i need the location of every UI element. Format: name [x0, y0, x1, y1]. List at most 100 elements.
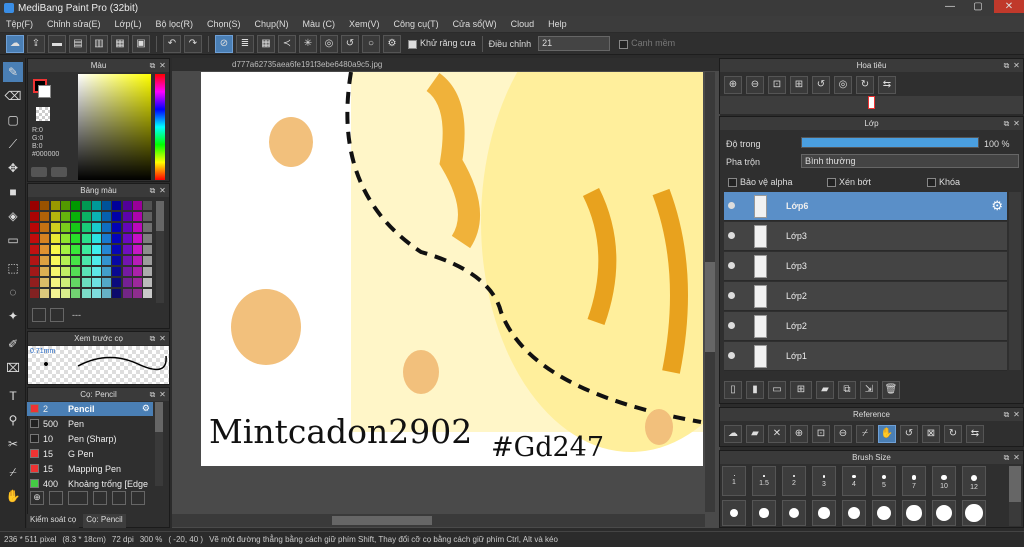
- snap-parallel-icon[interactable]: ≣: [236, 34, 254, 53]
- palette-swatch[interactable]: [71, 201, 81, 210]
- float-icon[interactable]: ⧉: [148, 184, 157, 197]
- palette-swatch[interactable]: [40, 267, 50, 276]
- fit-icon[interactable]: ⊡: [768, 76, 786, 94]
- color-add-button[interactable]: [51, 167, 67, 177]
- brush-size-preset[interactable]: [932, 500, 956, 526]
- palette-swatch[interactable]: [50, 278, 60, 287]
- palette-swatch[interactable]: [50, 256, 60, 265]
- palette-swatch[interactable]: [30, 245, 39, 254]
- palette-swatch[interactable]: [60, 201, 70, 210]
- palette-swatch[interactable]: [102, 267, 112, 276]
- hand-tool-icon[interactable]: ✋: [3, 486, 23, 506]
- eye-icon[interactable]: [728, 292, 735, 299]
- float-icon[interactable]: ⧉: [1002, 59, 1011, 72]
- palette-swatch[interactable]: [71, 234, 81, 243]
- palette-swatch[interactable]: [102, 278, 112, 287]
- palette-swatch[interactable]: [143, 278, 153, 287]
- grid-icon[interactable]: ▦: [111, 34, 129, 53]
- menu-filter[interactable]: Bộ lọc(R): [155, 19, 193, 29]
- brush-size-preset[interactable]: 1.5: [752, 466, 776, 496]
- close-icon[interactable]: ✕: [158, 59, 167, 72]
- brush-size-preset[interactable]: 7: [902, 466, 926, 496]
- layer-row[interactable]: Lớp2: [724, 312, 1007, 341]
- palette-swatch[interactable]: [102, 201, 112, 210]
- maximize-button[interactable]: ▢: [966, 0, 990, 13]
- close-button[interactable]: ✕: [994, 0, 1024, 13]
- brush-folder-icon[interactable]: [112, 491, 126, 505]
- protect-alpha-checkbox[interactable]: Bảo vệ alpha: [728, 177, 793, 188]
- palette-swatch[interactable]: [122, 267, 132, 276]
- brush-size-preset[interactable]: [872, 500, 896, 526]
- scroll-thumb[interactable]: [1009, 466, 1021, 502]
- brush-tool-icon[interactable]: ⟋: [3, 134, 23, 154]
- delete-palette-icon[interactable]: [50, 308, 64, 322]
- merge-layer-icon[interactable]: ⇲: [860, 381, 878, 399]
- palette-swatch[interactable]: [60, 212, 70, 221]
- eye-icon[interactable]: [728, 232, 735, 239]
- menu-window[interactable]: Cửa sổ(W): [453, 19, 497, 29]
- close-icon[interactable]: ✕: [1012, 59, 1021, 72]
- ref-hand-icon[interactable]: ✋: [878, 425, 896, 443]
- layer-row[interactable]: Lớp3: [724, 252, 1007, 281]
- palette-swatch[interactable]: [81, 267, 91, 276]
- menu-cloud[interactable]: Cloud: [511, 19, 535, 29]
- snap-curve-icon[interactable]: ↺: [341, 34, 359, 53]
- clipping-check[interactable]: [827, 178, 836, 188]
- ref-eyedropper-icon[interactable]: ⌿: [856, 425, 874, 443]
- scroll-thumb[interactable]: [155, 402, 163, 432]
- share-icon[interactable]: ⇪: [27, 34, 45, 53]
- reset-rotate-icon[interactable]: ◎: [834, 76, 852, 94]
- eye-icon[interactable]: [728, 322, 735, 329]
- palette-swatch[interactable]: [91, 234, 101, 243]
- palette-swatch[interactable]: [81, 212, 91, 221]
- brush-list-item[interactable]: 15 G Pen: [27, 447, 153, 461]
- palette-swatch[interactable]: [40, 201, 50, 210]
- layer-row[interactable]: Lớp3: [724, 222, 1007, 251]
- saturation-value-picker[interactable]: [78, 74, 151, 180]
- palette-swatch[interactable]: [50, 212, 60, 221]
- float-icon[interactable]: ⧉: [148, 388, 157, 401]
- palette-swatch[interactable]: [91, 256, 101, 265]
- rect-tool-icon[interactable]: ■: [3, 182, 23, 202]
- move-tool-icon[interactable]: ✥: [3, 158, 23, 178]
- palette-swatch[interactable]: [60, 223, 70, 232]
- brush-size-preset[interactable]: [962, 500, 986, 526]
- palette-swatch[interactable]: [60, 278, 70, 287]
- brush-add-icon[interactable]: ⊕: [30, 491, 44, 505]
- palette-swatch[interactable]: [122, 278, 132, 287]
- palette-swatch[interactable]: [40, 278, 50, 287]
- snap-cross-icon[interactable]: ▦: [257, 34, 275, 53]
- clipping-checkbox[interactable]: Xén bớt: [827, 177, 871, 188]
- menu-snap[interactable]: Chụp(N): [255, 19, 289, 29]
- tab-brush-control[interactable]: Kiểm soát cọ: [27, 514, 80, 528]
- palette-swatch[interactable]: [112, 212, 122, 221]
- palette-swatch[interactable]: [60, 245, 70, 254]
- palette-swatch[interactable]: [112, 201, 122, 210]
- palette-swatch[interactable]: [122, 212, 132, 221]
- menu-help[interactable]: Help: [548, 19, 567, 29]
- brush-duplicate-icon[interactable]: [131, 491, 145, 505]
- add-layer-dropdown[interactable]: ⊞: [790, 381, 812, 399]
- palette-swatch[interactable]: [112, 223, 122, 232]
- palette-swatch[interactable]: [40, 223, 50, 232]
- snap-ellipse-icon[interactable]: ○: [362, 34, 380, 53]
- ref-rotate-right-icon[interactable]: ↻: [944, 425, 962, 443]
- document-canvas[interactable]: Mintcadon2902 #Gd247: [201, 72, 703, 466]
- gear-icon[interactable]: ⚙: [383, 34, 401, 53]
- palette-swatch[interactable]: [112, 245, 122, 254]
- cloud-upload-icon[interactable]: ☁: [724, 425, 742, 443]
- blend-select[interactable]: Bình thường: [801, 154, 1019, 168]
- text-tool-icon[interactable]: T: [3, 386, 23, 406]
- doc-icon[interactable]: ▥: [90, 34, 108, 53]
- palette-swatch[interactable]: [60, 256, 70, 265]
- palette-swatch[interactable]: [91, 289, 101, 298]
- palette-swatch[interactable]: [40, 289, 50, 298]
- palette-swatch[interactable]: [81, 245, 91, 254]
- brush-size-preset[interactable]: [722, 500, 746, 526]
- close-icon[interactable]: ✕: [158, 184, 167, 197]
- palette-swatch[interactable]: [71, 256, 81, 265]
- palette-swatch[interactable]: [40, 245, 50, 254]
- magic-wand-icon[interactable]: ✦: [3, 306, 23, 326]
- palette-swatch[interactable]: [133, 278, 142, 287]
- palette-swatch[interactable]: [133, 223, 142, 232]
